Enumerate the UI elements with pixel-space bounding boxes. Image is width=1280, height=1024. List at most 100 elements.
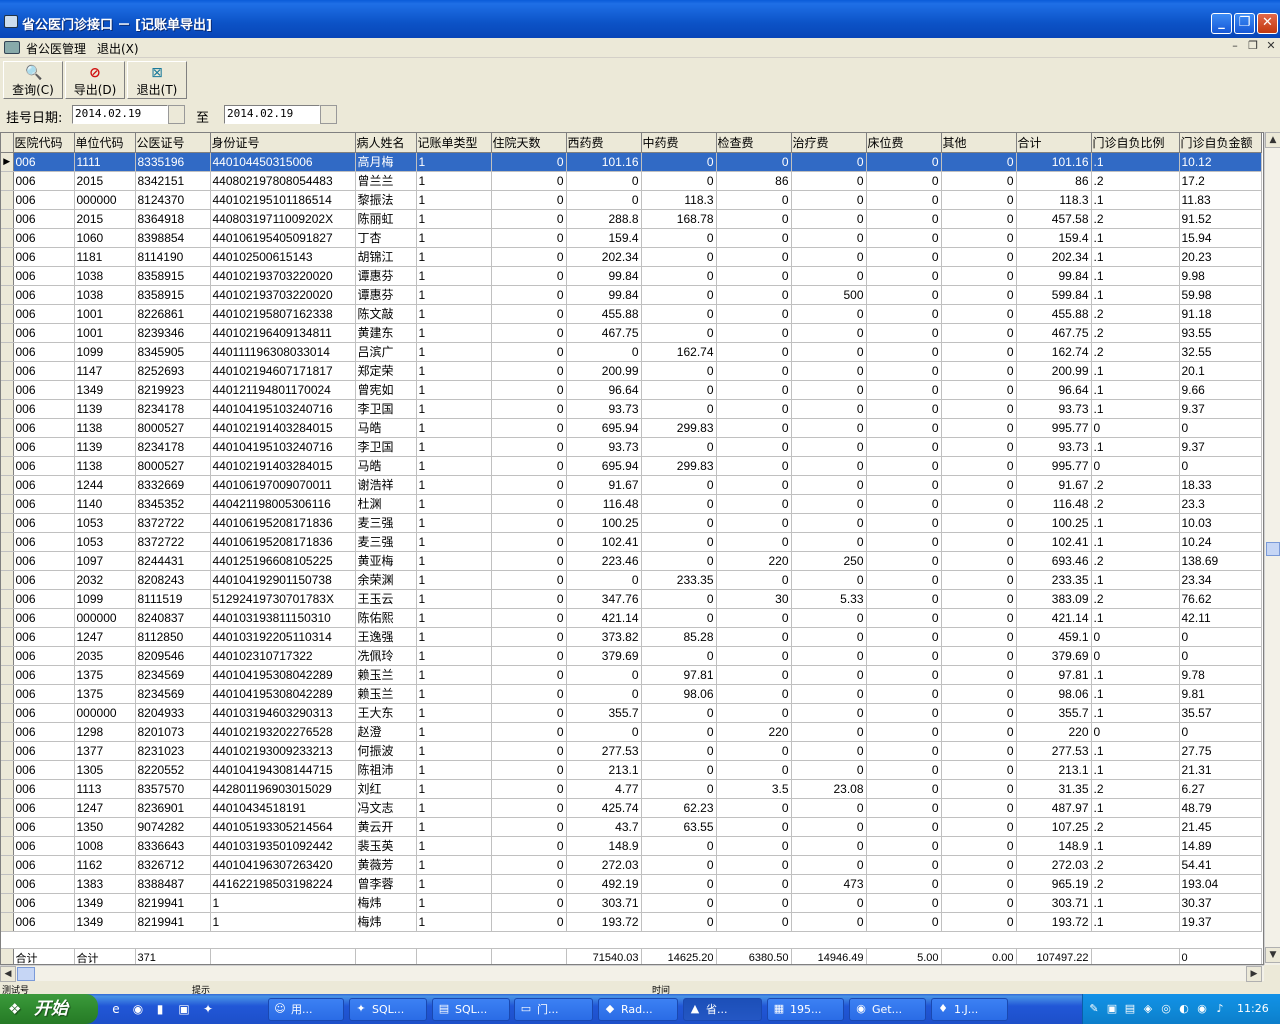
table-cell[interactable]: 1	[416, 646, 492, 666]
column-header[interactable]: 合计	[1016, 133, 1092, 153]
table-cell[interactable]: 陈祖沛	[355, 760, 417, 780]
table-cell[interactable]: 0	[866, 152, 942, 172]
table-cell[interactable]: 93.73	[1016, 399, 1092, 419]
date-to-input[interactable]: 2014.02.19	[224, 105, 320, 124]
menu-item-gongyi[interactable]: 省公医管理	[26, 40, 86, 57]
scroll-left-icon[interactable]: ◀	[0, 966, 16, 982]
table-cell[interactable]: .1	[1091, 266, 1180, 286]
column-header[interactable]: 单位代码	[74, 133, 136, 153]
table-cell[interactable]: 440103192205110314	[210, 627, 356, 647]
table-row[interactable]: 006 1383 8388487 441622198503198224 曾李蓉 1 0 492…	[1, 874, 1262, 894]
table-row[interactable]: 006 1139 8234178 440104195103240716 李卫国 1 0 93.…	[1, 399, 1262, 419]
row-indicator[interactable]	[1, 855, 14, 875]
table-cell[interactable]: 0	[866, 323, 942, 343]
table-cell[interactable]: 0	[941, 570, 1017, 590]
column-header[interactable]: 检查费	[716, 133, 792, 153]
table-cell[interactable]: 0	[716, 247, 792, 267]
table-row[interactable]: 006 1147 8252693 440102194607171817 郑定荣 1 0 200…	[1, 361, 1262, 381]
row-indicator[interactable]	[1, 475, 14, 495]
table-cell[interactable]: 440104195308042289	[210, 665, 356, 685]
table-cell[interactable]: 0	[641, 285, 717, 305]
table-cell[interactable]: 9.66	[1179, 380, 1262, 400]
table-row[interactable]: 006 2015 8342151 440802197808054483 曾兰兰 1 0 0 0 8…	[1, 171, 1262, 191]
table-cell[interactable]: 17.2	[1179, 171, 1262, 191]
table-cell[interactable]: 91.52	[1179, 209, 1262, 229]
table-cell[interactable]: .2	[1091, 551, 1180, 571]
table-cell[interactable]: 0	[941, 855, 1017, 875]
table-cell[interactable]: 200.99	[1016, 361, 1092, 381]
table-cell[interactable]: 0	[716, 209, 792, 229]
row-indicator[interactable]	[1, 190, 14, 210]
table-cell[interactable]: 006	[13, 589, 75, 609]
table-cell[interactable]: 0	[866, 874, 942, 894]
table-cell[interactable]: 黄建东	[355, 323, 417, 343]
table-cell[interactable]: .2	[1091, 494, 1180, 514]
table-cell[interactable]: 0	[491, 285, 567, 305]
table-cell[interactable]: 1383	[74, 874, 136, 894]
table-row[interactable]: 006 1244 8332669 440106197009070011 谢浩祥 1 0 91.…	[1, 475, 1262, 495]
table-row[interactable]: 006 1350 9074282 440105193305214564 黄云开 1 0 43.…	[1, 817, 1262, 837]
table-cell[interactable]: 492.19	[566, 874, 642, 894]
table-cell[interactable]: .1	[1091, 361, 1180, 381]
table-cell[interactable]: 272.03	[566, 855, 642, 875]
row-indicator[interactable]	[1, 266, 14, 286]
table-cell[interactable]: 006	[13, 152, 75, 172]
table-cell[interactable]: 379.69	[566, 646, 642, 666]
table-cell[interactable]: 006	[13, 608, 75, 628]
table-cell[interactable]: 0	[866, 760, 942, 780]
table-cell[interactable]: 98.06	[641, 684, 717, 704]
table-cell[interactable]: 440104450315006	[210, 152, 356, 172]
row-indicator[interactable]	[1, 513, 14, 533]
table-cell[interactable]: 86	[716, 171, 792, 191]
row-indicator[interactable]	[1, 551, 14, 571]
table-cell[interactable]: 0	[866, 190, 942, 210]
table-cell[interactable]: 107.25	[1016, 817, 1092, 837]
table-cell[interactable]: 1147	[74, 361, 136, 381]
table-cell[interactable]: 0	[941, 532, 1017, 552]
table-cell[interactable]: 杜渊	[355, 494, 417, 514]
table-cell[interactable]: 288.8	[566, 209, 642, 229]
table-cell[interactable]: 0	[716, 513, 792, 533]
data-grid[interactable]: 医院代码 单位代码 公医证号 身份证号 病人姓名 记账单类型 住院天数 西药费 中药费 检查费 治疗…	[0, 132, 1264, 965]
table-cell[interactable]: 1	[416, 627, 492, 647]
table-cell[interactable]: 0	[866, 893, 942, 913]
table-cell[interactable]: 93.73	[566, 437, 642, 457]
row-indicator[interactable]	[1, 798, 14, 818]
scroll-down-icon[interactable]: ▼	[1265, 947, 1280, 963]
table-cell[interactable]: 王玉云	[355, 589, 417, 609]
current-row-arrow-icon[interactable]: ▶	[1, 152, 14, 172]
table-cell[interactable]: 1	[416, 741, 492, 761]
table-cell[interactable]: 8219941	[135, 893, 211, 913]
column-header[interactable]: 公医证号	[135, 133, 211, 153]
table-cell[interactable]: 23.3	[1179, 494, 1262, 514]
taskbar-task[interactable]: ✦ SQL...	[349, 998, 427, 1021]
column-header[interactable]: 门诊自负比例	[1091, 133, 1180, 153]
table-cell[interactable]: 0	[866, 399, 942, 419]
table-cell[interactable]: 440102195807162338	[210, 304, 356, 324]
table-cell[interactable]: .1	[1091, 437, 1180, 457]
table-cell[interactable]: 0	[491, 418, 567, 438]
table-cell[interactable]: .1	[1091, 798, 1180, 818]
table-cell[interactable]: .2	[1091, 855, 1180, 875]
table-row[interactable]: 006 1349 8219941 1 梅炜 1 0 193.72 0 0 0 0 0 193.72.1 19…	[1, 912, 1262, 932]
table-cell[interactable]: 0	[491, 817, 567, 837]
mdi-close-button[interactable]: ✕	[1264, 39, 1278, 53]
table-cell[interactable]: 0	[491, 437, 567, 457]
row-indicator[interactable]	[1, 817, 14, 837]
table-cell[interactable]: 1001	[74, 304, 136, 324]
table-cell[interactable]: 440106195208171836	[210, 513, 356, 533]
table-cell[interactable]: 440103193811150310	[210, 608, 356, 628]
taskbar-task[interactable]: ☺ 用...	[268, 998, 344, 1021]
table-cell[interactable]: 冯文志	[355, 798, 417, 818]
table-cell[interactable]: 0	[866, 456, 942, 476]
table-cell[interactable]: 1038	[74, 266, 136, 286]
table-cell[interactable]: 0	[941, 247, 1017, 267]
table-cell[interactable]: 48.79	[1179, 798, 1262, 818]
table-cell[interactable]: 0	[866, 551, 942, 571]
table-cell[interactable]: 4.77	[566, 779, 642, 799]
table-cell[interactable]: 8234178	[135, 399, 211, 419]
table-cell[interactable]: 0	[1179, 456, 1262, 476]
row-indicator[interactable]	[1, 912, 14, 932]
table-cell[interactable]: 1038	[74, 285, 136, 305]
table-row[interactable]: 006 1138 8000527 440102191403284015 马皓 1 0 695.…	[1, 456, 1262, 476]
